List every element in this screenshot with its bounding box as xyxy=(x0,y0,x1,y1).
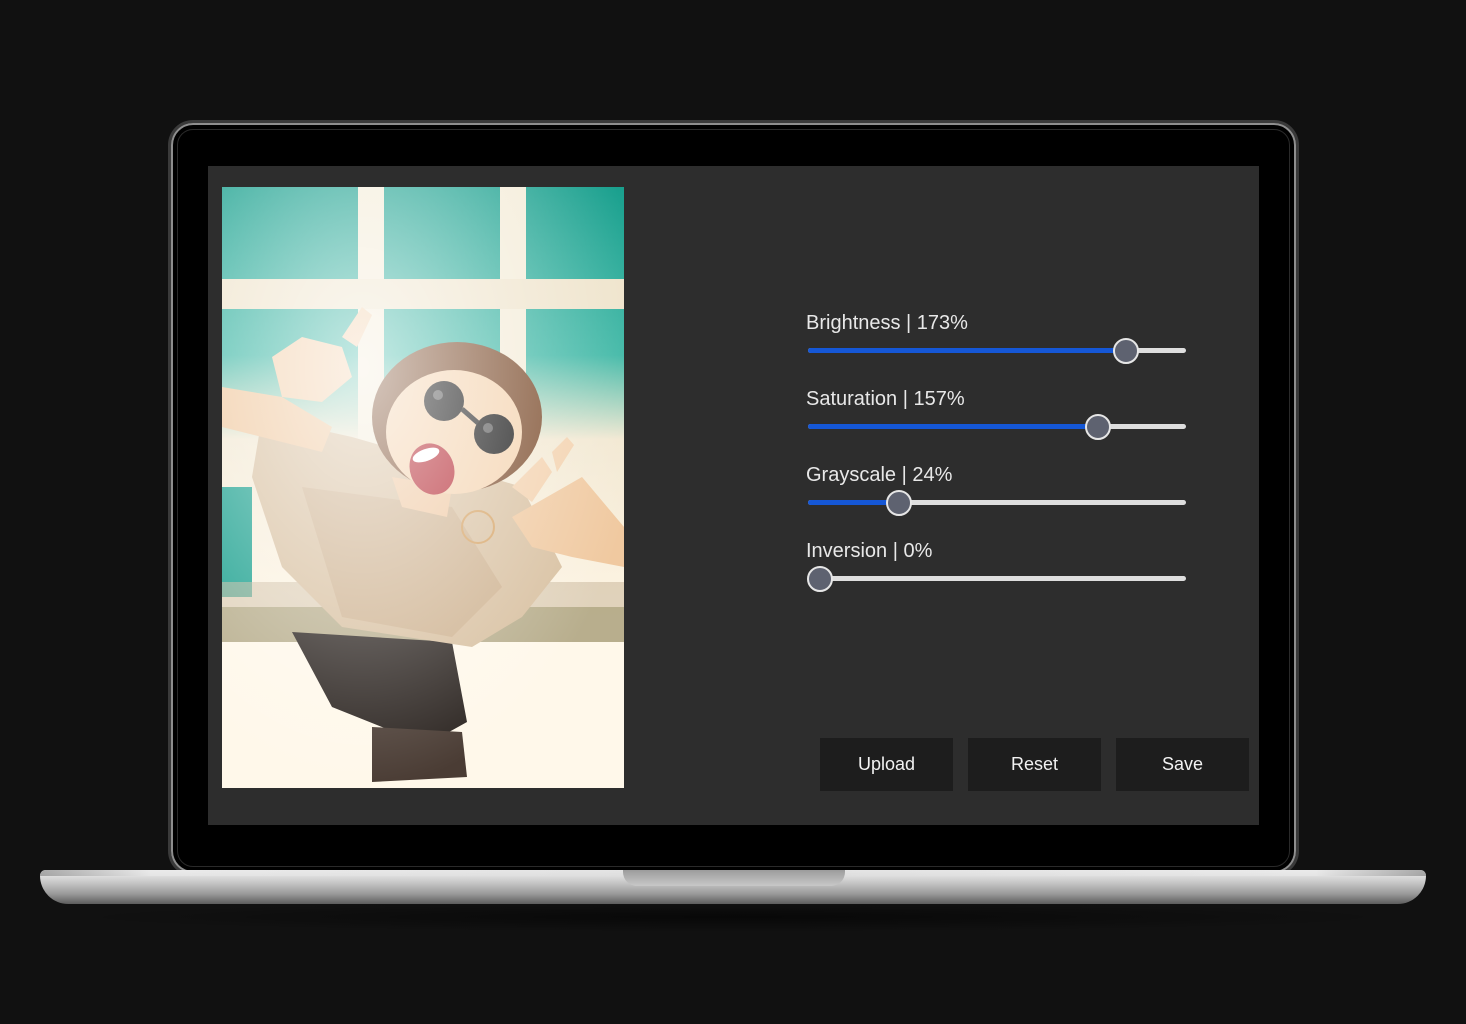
grayscale-slider[interactable] xyxy=(808,490,1186,516)
inversion-slider[interactable] xyxy=(807,566,1186,592)
inversion-label: Inversion | 0% xyxy=(806,540,933,562)
slider-thumb[interactable] xyxy=(1085,414,1112,440)
app-screen: Brightness | 173% Saturation | 157% Gray… xyxy=(208,166,1259,825)
reset-button[interactable]: Reset xyxy=(968,738,1101,791)
grayscale-label: Grayscale | 24% xyxy=(806,464,953,486)
slider-track xyxy=(808,576,1186,581)
slider-fill xyxy=(808,424,1099,429)
brightness-label: Brightness | 173% xyxy=(806,312,968,334)
slider-thumb[interactable] xyxy=(807,566,833,592)
preview-image xyxy=(222,187,624,788)
save-button[interactable]: Save xyxy=(1116,738,1249,791)
inversion-control: Inversion | 0% xyxy=(806,534,1186,610)
grayscale-control: Grayscale | 24% xyxy=(806,458,1186,534)
slider-thumb[interactable] xyxy=(885,490,912,516)
laptop-notch xyxy=(623,870,845,886)
saturation-slider[interactable] xyxy=(808,414,1186,440)
laptop-base xyxy=(40,870,1426,904)
laptop-shadow xyxy=(60,902,1406,932)
saturation-label: Saturation | 157% xyxy=(806,388,965,410)
brightness-control: Brightness | 173% xyxy=(806,306,1186,382)
adjustment-controls: Brightness | 173% Saturation | 157% Gray… xyxy=(806,306,1186,610)
preview-photo-illustration xyxy=(222,187,624,788)
slider-thumb[interactable] xyxy=(1113,338,1140,364)
saturation-control: Saturation | 157% xyxy=(806,382,1186,458)
page: Brightness | 173% Saturation | 157% Gray… xyxy=(0,0,1466,1024)
brightness-slider[interactable] xyxy=(808,338,1186,364)
slider-fill xyxy=(808,348,1127,353)
upload-button[interactable]: Upload xyxy=(820,738,953,791)
